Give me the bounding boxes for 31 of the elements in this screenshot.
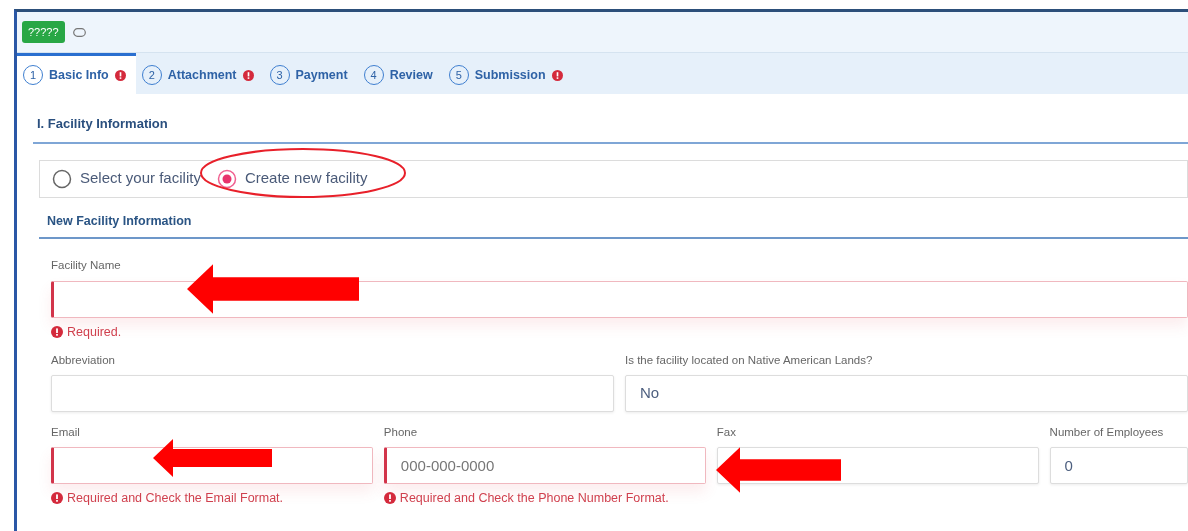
input-field[interactable]: No [625,375,1188,412]
error-message: Required. [51,323,1188,340]
input-field[interactable]: 000-000-0000 [383,447,706,485]
tab[interactable]: 5 Submission [442,53,573,94]
error-icon [383,492,396,505]
subsection-title: New Facility Information [39,211,1188,240]
error-icon [51,492,63,505]
radio-option[interactable]: Create new facility [216,167,368,190]
radio-option[interactable]: Select your facility [52,167,201,190]
field-label: Phone [383,425,419,440]
tab[interactable]: 1 Basic Info [17,53,136,94]
section-title: I. Facility Information [33,114,1188,144]
field-label: Number of Employees [1049,425,1165,440]
error-message: Required and Check the Phone Number Format. [383,490,706,507]
input-field[interactable] [51,375,614,412]
field-label: Facility Name [51,258,122,274]
radio-button[interactable] [52,168,72,189]
radio-button[interactable] [216,168,237,189]
tab[interactable]: 3 Payment [263,53,358,94]
error-message: Required and Check the Email Format. [51,490,373,507]
field-label: Abbreviation [51,352,116,368]
input-field[interactable]: 0 [1049,447,1188,485]
status-badge: ????? [22,20,65,44]
tab[interactable]: 4 Review [357,53,443,94]
input-field[interactable] [51,280,1188,318]
error-icon [51,325,63,338]
tab[interactable]: 2 Attachment [135,53,264,94]
field-label: Is the facility located on Native American Lands? [625,352,874,368]
pill-icon[interactable] [72,27,86,37]
field-label: Email [51,425,81,440]
field-label: Fax [716,425,737,440]
